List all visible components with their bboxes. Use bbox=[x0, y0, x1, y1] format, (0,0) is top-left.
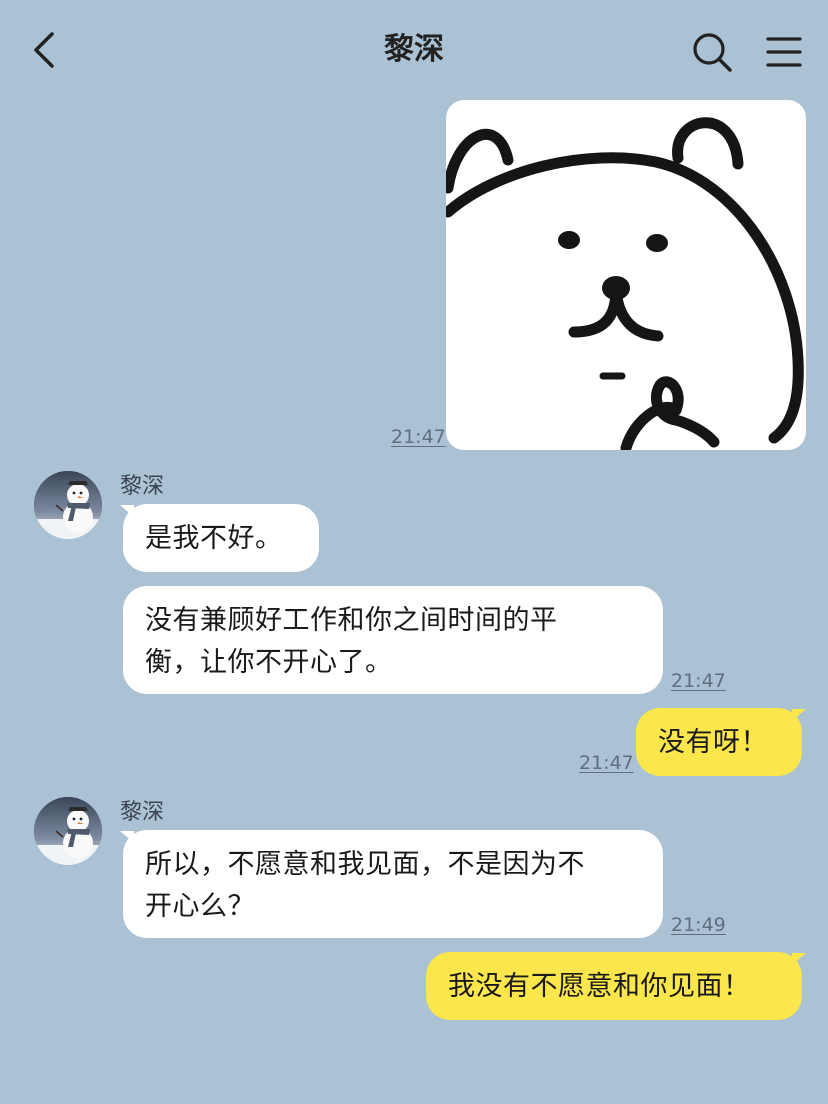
sender-name: 黎深 bbox=[120, 474, 165, 499]
hamburger-menu-icon bbox=[766, 37, 802, 67]
message-time: 21:47 bbox=[391, 426, 446, 448]
message-text-line: 开心么？ bbox=[145, 891, 255, 922]
chat-header: 黎深 bbox=[0, 0, 828, 100]
snowman-avatar-image bbox=[34, 471, 102, 539]
bubble-tail bbox=[792, 953, 806, 965]
received-message-bubble[interactable]: 所以，不愿意和我见面，不是因为不 开心么？ bbox=[123, 830, 663, 938]
bear-sticker-image bbox=[446, 117, 804, 450]
message-text: 是我不好。 bbox=[145, 523, 283, 554]
snowman-avatar-image bbox=[34, 797, 102, 865]
search-icon bbox=[693, 33, 732, 72]
sent-message-bubble[interactable]: 我没有不愿意和你见面！ bbox=[426, 952, 802, 1020]
message-time: 21:49 bbox=[671, 914, 726, 936]
sent-message-bubble[interactable]: 没有呀！ bbox=[636, 708, 802, 776]
message-time: 21:47 bbox=[671, 670, 726, 692]
sent-image-message[interactable] bbox=[446, 100, 806, 450]
message-text-line: 衡，让你不开心了。 bbox=[145, 647, 393, 678]
message-time: 21:47 bbox=[579, 752, 634, 774]
received-message-bubble[interactable]: 没有兼顾好工作和你之间时间的平 衡，让你不开心了。 bbox=[123, 586, 663, 694]
contact-avatar[interactable] bbox=[34, 797, 102, 865]
message-text: 没有呀！ bbox=[658, 727, 768, 758]
message-text-line: 没有兼顾好工作和你之间时间的平 bbox=[145, 605, 558, 636]
contact-avatar[interactable] bbox=[34, 471, 102, 539]
menu-button[interactable] bbox=[764, 30, 804, 74]
received-message-bubble[interactable]: 是我不好。 bbox=[123, 504, 319, 572]
bubble-tail bbox=[792, 709, 806, 721]
message-text: 我没有不愿意和你见面！ bbox=[448, 971, 751, 1002]
search-button[interactable] bbox=[690, 30, 734, 74]
message-text-line: 所以，不愿意和我见面，不是因为不 bbox=[145, 849, 585, 880]
sender-name: 黎深 bbox=[120, 800, 165, 825]
